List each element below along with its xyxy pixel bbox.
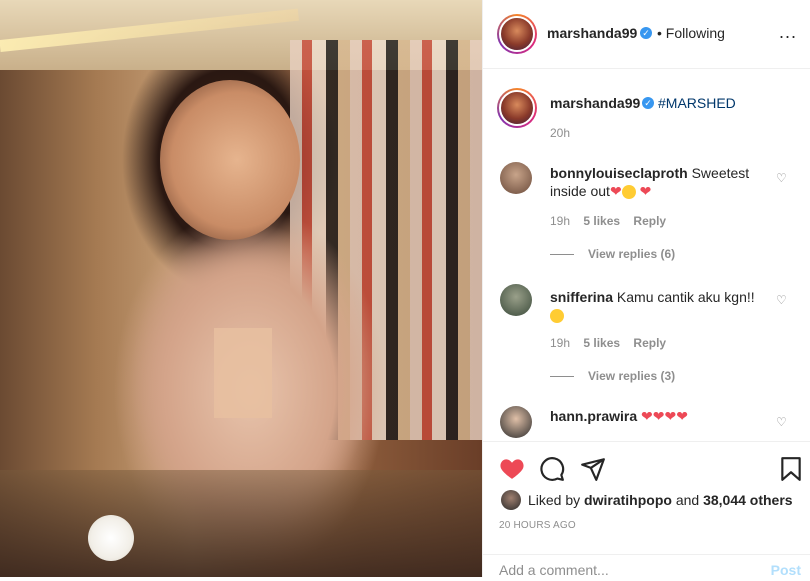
heart-emoji: ❤ — [639, 183, 652, 199]
liked-by-user[interactable]: dwiratihpopo — [584, 492, 672, 508]
replies-divider — [550, 254, 574, 256]
photo-white-rose — [88, 515, 134, 561]
photo-glass-counter — [0, 470, 482, 577]
comment-input[interactable] — [499, 562, 729, 578]
comment-likes[interactable]: 5 likes — [583, 214, 620, 228]
commenter-avatar[interactable] — [500, 406, 532, 438]
caption-username[interactable]: marshanda99 — [550, 95, 640, 111]
photo-blur-patch — [214, 328, 272, 418]
reply-button[interactable]: Reply — [633, 214, 666, 228]
following-button[interactable]: • Following — [657, 25, 725, 41]
more-options-icon[interactable]: ... — [779, 22, 797, 43]
heart-outline-icon[interactable]: ♡ — [776, 171, 787, 185]
comment-username[interactable]: bonnylouiseclaproth — [550, 165, 688, 181]
post-timestamp[interactable]: 20 HOURS AGO — [499, 520, 576, 531]
comment-username[interactable]: snifferina — [550, 289, 613, 305]
bookmark-icon[interactable] — [780, 456, 802, 482]
heart-emoji: ❤❤❤❤ — [641, 408, 688, 424]
liked-by-others[interactable]: 38,044 others — [703, 492, 793, 508]
post-side-panel: marshanda99 ✓ • Following ... marshanda9… — [482, 0, 810, 578]
post-header: marshanda99 ✓ • Following ... — [483, 0, 810, 69]
caption-author-avatar[interactable] — [497, 88, 537, 128]
heart-outline-icon[interactable]: ♡ — [776, 293, 787, 307]
add-comment-bar: Post — [483, 554, 810, 578]
heart-outline-icon[interactable]: ♡ — [776, 415, 787, 429]
liked-by-avatar[interactable] — [501, 490, 521, 510]
view-replies-button[interactable]: View replies (6) — [550, 247, 675, 261]
comment-time[interactable]: 19h — [550, 214, 570, 228]
comment-time[interactable]: 19h — [550, 336, 570, 350]
caption-hashtag[interactable]: #MARSHED — [658, 95, 736, 111]
replies-divider — [550, 376, 574, 378]
comment-item: snifferina Kamu cantik aku kgn!! — [550, 288, 768, 324]
reply-button[interactable]: Reply — [633, 336, 666, 350]
comment-item: bonnylouiseclaproth Sweetest inside out❤… — [550, 164, 768, 200]
author-username[interactable]: marshanda99 — [547, 25, 637, 41]
view-replies-button[interactable]: View replies (3) — [550, 369, 675, 383]
comment-item: hann.prawira ❤❤❤❤ — [550, 407, 768, 425]
verified-badge-icon: ✓ — [642, 97, 654, 109]
liked-by-text: Liked by dwiratihpopo and 38,044 others — [528, 492, 793, 508]
wink-emoji — [550, 309, 564, 324]
post-photo[interactable] — [0, 0, 482, 577]
comment-likes[interactable]: 5 likes — [583, 336, 620, 350]
commenter-avatar[interactable] — [500, 284, 532, 316]
photo-face — [160, 80, 300, 240]
comment-meta: 19h 5 likes Reply — [550, 336, 676, 350]
caption-time[interactable]: 20h — [550, 126, 570, 140]
verified-badge-icon: ✓ — [640, 27, 652, 39]
commenter-avatar[interactable] — [500, 162, 532, 194]
comment-username[interactable]: hann.prawira — [550, 408, 637, 424]
wink-emoji — [621, 185, 636, 200]
comment-bubble-icon[interactable] — [539, 456, 565, 482]
paper-plane-icon[interactable] — [580, 456, 606, 482]
comment-body: Kamu cantik aku kgn!! — [616, 289, 755, 305]
heart-emoji: ❤ — [609, 183, 622, 199]
author-avatar[interactable] — [497, 14, 537, 54]
heart-filled-icon[interactable] — [499, 456, 525, 480]
comment-meta: 19h 5 likes Reply — [550, 214, 676, 228]
post-comment-button[interactable]: Post — [771, 562, 801, 578]
